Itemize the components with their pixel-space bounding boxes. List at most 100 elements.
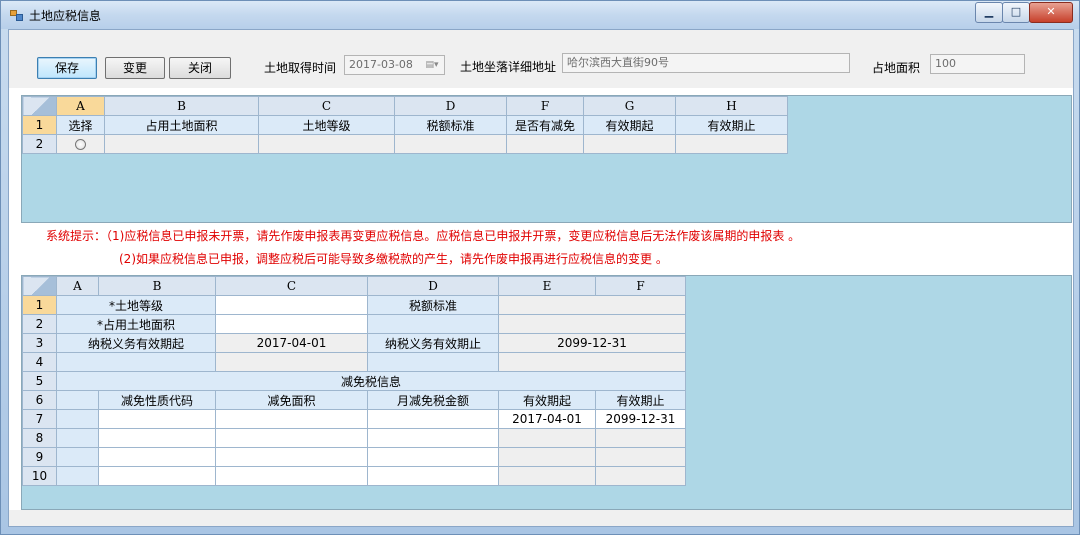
column-header[interactable]: C	[258, 96, 395, 116]
column-header[interactable]: F	[595, 276, 686, 296]
row-select-cell[interactable]	[56, 447, 99, 467]
title-bar: 土地应税信息 ▁ □ ✕	[1, 1, 1079, 29]
column-header[interactable]: B	[104, 96, 259, 116]
exemption-area-input[interactable]	[215, 466, 368, 486]
monthly-exemption-input[interactable]	[367, 409, 499, 429]
occupied-area-label: *占用土地面积	[56, 314, 216, 334]
header-cell: 是否有减免	[506, 115, 584, 135]
header-cell: 选择	[56, 115, 105, 135]
row-header[interactable]: 9	[22, 447, 57, 467]
exemption-valid-to	[595, 447, 686, 467]
app-window: 土地应税信息 ▁ □ ✕ 保存 变更 关闭 土地取得时间 2017-03-08 …	[0, 0, 1080, 535]
data-cell[interactable]	[104, 134, 259, 154]
exemption-header-cell: 有效期起	[498, 390, 596, 410]
column-header[interactable]: A	[56, 276, 99, 296]
tax-standard-label: 税额标准	[367, 295, 499, 315]
header-cell: 税额标准	[394, 115, 507, 135]
system-hint-line2: (2)如果应税信息已申报，调整应税后可能导致多缴税款的产生，请先作废申报再进行应…	[119, 252, 668, 266]
valid-to-value: 2099-12-31	[498, 333, 686, 353]
monthly-exemption-input[interactable]	[367, 466, 499, 486]
exemption-valid-to	[595, 428, 686, 448]
status-strip	[9, 510, 1073, 526]
row-header[interactable]: 8	[22, 428, 57, 448]
exemption-code-input[interactable]	[98, 428, 216, 448]
row-header[interactable]: 7	[22, 409, 57, 429]
close-window-button[interactable]: ✕	[1029, 2, 1073, 23]
exemption-valid-to[interactable]: 2099-12-31	[595, 409, 686, 429]
exemption-code-input[interactable]	[98, 466, 216, 486]
row-select-cell[interactable]	[56, 428, 99, 448]
column-header[interactable]: A	[56, 96, 105, 116]
detail-grid: A B C D E F 1 *土地等级 税额标准 2 *占用土地面积 3 纳税义…	[22, 276, 686, 486]
row-header[interactable]: 3	[22, 333, 57, 353]
exemption-area-input[interactable]	[215, 428, 368, 448]
close-button[interactable]: 关闭	[169, 57, 231, 79]
header-cell: 有效期止	[675, 115, 788, 135]
exemption-valid-from	[498, 466, 596, 486]
row-header[interactable]: 5	[22, 371, 57, 391]
row-header[interactable]: 6	[22, 390, 57, 410]
valid-from-value: 2017-04-01	[215, 333, 368, 353]
header-cell: 土地等级	[258, 115, 395, 135]
select-radio-cell[interactable]	[56, 134, 105, 154]
data-cell[interactable]	[258, 134, 395, 154]
column-header[interactable]: C	[215, 276, 368, 296]
land-grade-input[interactable]	[215, 295, 368, 315]
empty-cell	[56, 390, 99, 410]
row-header[interactable]: 1	[22, 295, 57, 315]
address-field[interactable]: 哈尔滨西大直街90号	[562, 53, 850, 73]
empty-cell	[498, 352, 686, 372]
occupied-area-input[interactable]	[215, 314, 368, 334]
row-header[interactable]: 10	[22, 466, 57, 486]
acquisition-date-label: 土地取得时间	[264, 61, 337, 75]
exemption-header-cell: 有效期止	[595, 390, 686, 410]
header-cell: 有效期起	[583, 115, 676, 135]
empty-cell	[498, 314, 686, 334]
exemption-section-title: 减免税信息	[56, 371, 686, 391]
empty-cell	[367, 352, 499, 372]
acquisition-date-picker[interactable]: 2017-03-08 ▤▾	[344, 55, 445, 75]
data-cell[interactable]	[675, 134, 788, 154]
column-header[interactable]: G	[583, 96, 676, 116]
row-header[interactable]: 1	[22, 115, 57, 135]
column-header[interactable]: B	[98, 276, 216, 296]
tax-info-grid: A B C D F G H 1 选择 占用土地面积 土地等级 税额标准 是否有减…	[22, 96, 788, 154]
row-header[interactable]: 2	[22, 134, 57, 154]
exemption-valid-from[interactable]: 2017-04-01	[498, 409, 596, 429]
row-header[interactable]: 4	[22, 352, 57, 372]
exemption-area-input[interactable]	[215, 447, 368, 467]
monthly-exemption-input[interactable]	[367, 428, 499, 448]
row-select-cell[interactable]	[56, 466, 99, 486]
acquisition-date-value: 2017-03-08	[349, 58, 413, 71]
select-all-corner[interactable]	[22, 96, 57, 116]
column-header[interactable]: D	[367, 276, 499, 296]
column-header[interactable]: D	[394, 96, 507, 116]
monthly-exemption-input[interactable]	[367, 447, 499, 467]
detail-grid-area: A B C D E F 1 *土地等级 税额标准 2 *占用土地面积 3 纳税义…	[21, 275, 1072, 510]
empty-cell	[215, 352, 368, 372]
column-header[interactable]: F	[506, 96, 584, 116]
exemption-code-input[interactable]	[98, 409, 216, 429]
column-header[interactable]: H	[675, 96, 788, 116]
select-radio[interactable]	[75, 139, 86, 150]
minimize-button[interactable]: ▁	[975, 2, 1003, 23]
column-header[interactable]: E	[498, 276, 596, 296]
data-cell[interactable]	[583, 134, 676, 154]
row-header[interactable]: 2	[22, 314, 57, 334]
maximize-button[interactable]: □	[1002, 2, 1030, 23]
exemption-area-input[interactable]	[215, 409, 368, 429]
data-cell[interactable]	[394, 134, 507, 154]
data-cell[interactable]	[506, 134, 584, 154]
tax-info-grid-area: A B C D F G H 1 选择 占用土地面积 土地等级 税额标准 是否有减…	[21, 95, 1072, 223]
select-all-corner[interactable]	[22, 276, 57, 296]
exemption-header-cell: 减免性质代码	[98, 390, 216, 410]
row-select-cell[interactable]	[56, 409, 99, 429]
calendar-dropdown-icon[interactable]: ▤▾	[422, 58, 442, 72]
change-button[interactable]: 变更	[105, 57, 165, 79]
app-icon	[10, 10, 23, 21]
area-field[interactable]: 100	[930, 54, 1025, 74]
exemption-code-input[interactable]	[98, 447, 216, 467]
save-button[interactable]: 保存	[37, 57, 97, 79]
valid-from-label: 纳税义务有效期起	[56, 333, 216, 353]
header-cell: 占用土地面积	[104, 115, 259, 135]
